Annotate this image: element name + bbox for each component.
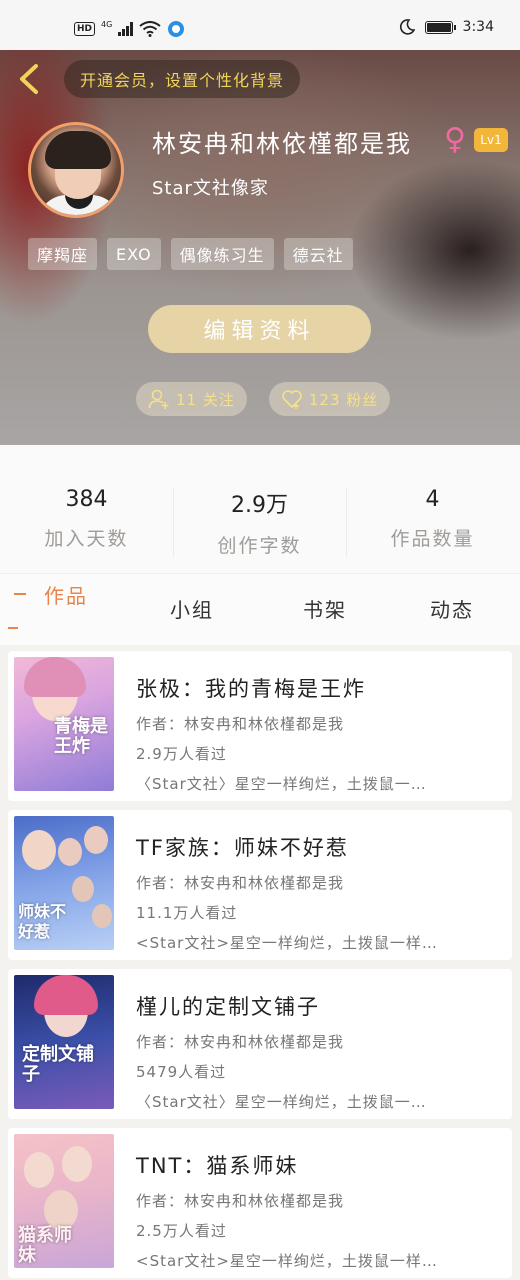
work-description: 〈Star文社〉星空一样绚烂，土拨鼠一… <box>136 1093 427 1111</box>
stat-label: 创作字数 <box>217 535 302 557</box>
active-tab-marker <box>8 627 18 629</box>
work-views: 2.9万人看过 <box>136 745 227 763</box>
work-card[interactable]: 青梅是王炸 张极：我的青梅是王炸 作者：林安冉和林依槿都是我 2.9万人看过 〈… <box>8 651 512 801</box>
wifi-icon <box>139 21 161 37</box>
following-label: 11 关注 <box>176 390 235 409</box>
cover-text: 师妹不好惹 <box>18 902 67 941</box>
do-not-disturb-icon <box>399 19 415 35</box>
work-title: TNT：猫系师妹 <box>136 1154 299 1178</box>
heart-icon <box>282 390 302 409</box>
work-description: 〈Star文社〉星空一样绚烂，土拨鼠一… <box>136 775 427 793</box>
stat-label: 加入天数 <box>44 528 129 550</box>
following-button[interactable]: 11 关注 <box>136 382 247 416</box>
work-description: <Star文社>星空一样绚烂，土拨鼠一样… <box>136 1252 438 1270</box>
vip-background-prompt[interactable]: 开通会员，设置个性化背景 <box>64 60 301 98</box>
work-card[interactable]: 师妹不好惹 TF家族：师妹不好惹 作者：林安冉和林依槿都是我 11.1万人看过 … <box>8 810 512 960</box>
tab-works[interactable]: 作品 <box>44 580 88 609</box>
stat-value: 384 <box>65 487 108 512</box>
stat-value: 2.9万 <box>231 493 288 518</box>
work-author: 作者：林安冉和林依槿都是我 <box>136 1033 345 1051</box>
work-views: 5479人看过 <box>136 1063 227 1081</box>
work-views: 2.5万人看过 <box>136 1222 227 1240</box>
tag: 德云社 <box>283 238 353 270</box>
chevron-left-icon <box>20 64 38 94</box>
followers-label: 123 粉丝 <box>308 390 379 409</box>
followers-button[interactable]: 123 粉丝 <box>268 382 391 416</box>
work-title: 槿儿的定制文铺子 <box>136 995 320 1019</box>
profile-name: 林安冉和林依槿都是我 <box>152 130 412 158</box>
female-gender-icon: ♀ <box>444 122 466 157</box>
user-add-icon <box>148 389 169 409</box>
active-tab-marker <box>14 593 26 595</box>
cover-text: 青梅是王炸 <box>54 716 108 757</box>
cover-text: 定制文铺子 <box>22 1044 94 1085</box>
book-cover[interactable]: 青梅是王炸 <box>14 657 114 791</box>
book-cover[interactable]: 定制文铺子 <box>14 975 114 1109</box>
work-views: 11.1万人看过 <box>136 904 238 922</box>
stat-word-count: 2.9万 创作字数 <box>173 487 346 558</box>
tab-bar: 作品 小组 书架 动态 <box>0 573 520 645</box>
stats-panel: 384 加入天数 2.9万 创作字数 4 作品数量 <box>0 445 520 573</box>
app-notification-icon <box>168 21 185 37</box>
tab-bookshelf[interactable]: 书架 <box>303 594 347 623</box>
interest-tags: 摩羯座 EXO 偶像练习生 德云社 <box>28 238 353 270</box>
stat-join-days: 384 加入天数 <box>0 487 173 551</box>
edit-profile-button[interactable]: 编辑资料 <box>148 305 371 353</box>
level-badge: Lv1 <box>474 128 508 152</box>
stat-label: 作品数量 <box>390 528 475 550</box>
battery-icon <box>424 20 456 34</box>
work-title: 张极：我的青梅是王炸 <box>136 677 366 701</box>
book-cover[interactable]: 师妹不好惹 <box>14 816 114 950</box>
profile-subtitle: Star文社像家 <box>152 178 269 199</box>
tab-groups[interactable]: 小组 <box>170 594 214 623</box>
back-button[interactable] <box>14 62 48 96</box>
work-description: <Star文社>星空一样绚烂，土拨鼠一样… <box>136 934 438 952</box>
cover-text: 猫系师妹 <box>18 1225 72 1266</box>
stat-works-count: 4 作品数量 <box>346 487 519 551</box>
book-cover[interactable]: 猫系师妹 <box>14 1134 114 1268</box>
work-author: 作者：林安冉和林依槿都是我 <box>136 715 345 733</box>
tab-activity[interactable]: 动态 <box>430 594 474 623</box>
network-type: 4G <box>101 19 113 29</box>
work-author: 作者：林安冉和林依槿都是我 <box>136 874 345 892</box>
stat-value: 4 <box>425 487 440 512</box>
signal-icon <box>118 22 134 36</box>
profile-header: 开通会员，设置个性化背景 林安冉和林依槿都是我 ♀ Lv1 Star文社像家 摩… <box>0 50 520 445</box>
status-bar: HD 4G 3:34 <box>0 0 520 50</box>
work-title: TF家族：师妹不好惹 <box>136 836 349 860</box>
tag: EXO <box>107 238 161 270</box>
clock: 3:34 <box>462 19 494 35</box>
work-card[interactable]: 定制文铺子 槿儿的定制文铺子 作者：林安冉和林依槿都是我 5479人看过 〈St… <box>8 969 512 1119</box>
avatar[interactable] <box>28 122 124 218</box>
hd-indicator: HD <box>74 22 96 36</box>
work-author: 作者：林安冉和林依槿都是我 <box>136 1192 345 1210</box>
work-card[interactable]: 猫系师妹 TNT：猫系师妹 作者：林安冉和林依槿都是我 2.5万人看过 <Sta… <box>8 1128 512 1278</box>
tag: 摩羯座 <box>28 238 98 270</box>
tag: 偶像练习生 <box>170 238 274 270</box>
